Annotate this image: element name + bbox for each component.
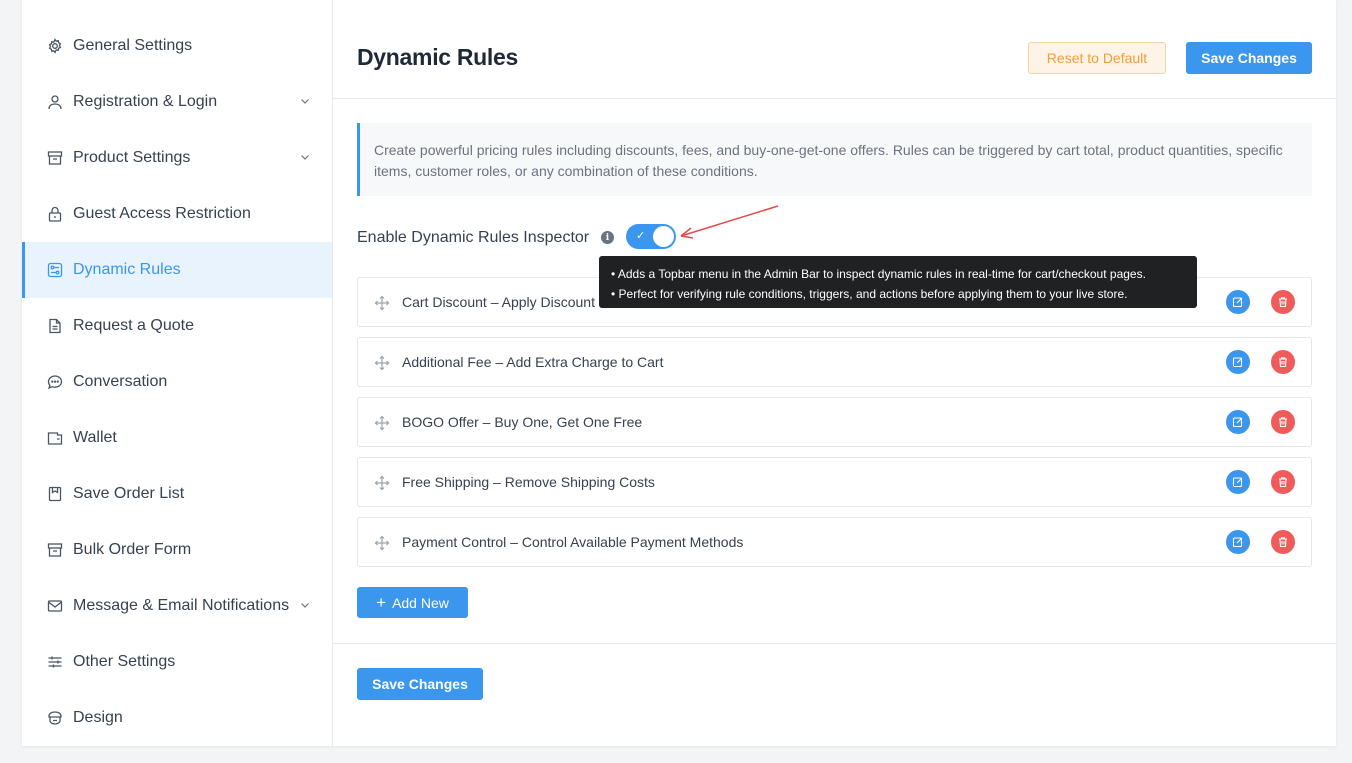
reset-to-default-button[interactable]: Reset to Default	[1028, 42, 1166, 74]
sidebar-item-registration-login[interactable]: Registration & Login	[22, 74, 332, 130]
inspector-toggle[interactable]: ✓	[626, 224, 676, 249]
design-icon	[46, 709, 64, 727]
sidebar-item-message-email-notifications[interactable]: Message & Email Notifications	[22, 578, 332, 634]
drag-handle-icon[interactable]	[374, 295, 390, 311]
tooltip-line: • Adds a Topbar menu in the Admin Bar to…	[611, 267, 1146, 281]
plus-icon: +	[376, 593, 387, 612]
page-header: Dynamic Rules Reset to Default Save Chan…	[333, 0, 1336, 99]
tooltip-line: • Perfect for verifying rule conditions,…	[611, 287, 1128, 301]
save-changes-button-bottom[interactable]: Save Changes	[357, 668, 483, 700]
annotation-arrow-icon	[680, 205, 779, 239]
sidebar-item-label: Request a Quote	[73, 317, 194, 334]
sidebar-item-label: Bulk Order Form	[73, 541, 192, 558]
settings-panel: General Settings Registration & Login Pr…	[22, 0, 1336, 746]
drag-handle-icon[interactable]	[374, 535, 390, 551]
archive-icon	[46, 541, 64, 559]
rule-row[interactable]: Free Shipping – Remove Shipping Costs	[357, 457, 1312, 507]
wallet-icon	[46, 429, 64, 447]
chat-icon	[46, 373, 64, 391]
sidebar-item-dynamic-rules[interactable]: Dynamic Rules	[22, 242, 332, 298]
inspector-label: Enable Dynamic Rules Inspector	[357, 229, 590, 246]
edit-icon[interactable]	[1226, 290, 1250, 314]
toggle-knob	[653, 226, 674, 247]
chevron-down-icon[interactable]	[298, 598, 312, 612]
divider	[333, 643, 1336, 644]
user-icon	[46, 93, 64, 111]
sidebar-item-label: Message & Email Notifications	[73, 597, 290, 614]
sidebar-item-other-settings[interactable]: Other Settings	[22, 634, 332, 690]
drag-handle-icon[interactable]	[374, 415, 390, 431]
mail-icon	[46, 597, 64, 615]
sidebar-item-design[interactable]: Design	[22, 690, 332, 746]
sidebar-item-label: Wallet	[73, 429, 117, 446]
rules-icon	[46, 261, 64, 279]
sidebar-item-label: Product Settings	[73, 149, 191, 166]
page-title: Dynamic Rules	[357, 44, 518, 70]
sidebar: General Settings Registration & Login Pr…	[22, 0, 333, 746]
delete-icon[interactable]	[1271, 470, 1295, 494]
sidebar-item-label: Dynamic Rules	[73, 261, 181, 278]
edit-icon[interactable]	[1226, 470, 1250, 494]
delete-icon[interactable]	[1271, 410, 1295, 434]
rule-label: Free Shipping – Remove Shipping Costs	[402, 474, 655, 490]
rule-row[interactable]: Payment Control – Control Available Paym…	[357, 517, 1312, 567]
sidebar-item-label: General Settings	[73, 37, 193, 54]
sidebar-item-bulk-order-form[interactable]: Bulk Order Form	[22, 522, 332, 578]
main-content: Dynamic Rules Reset to Default Save Chan…	[333, 0, 1336, 746]
drag-handle-icon[interactable]	[374, 355, 390, 371]
drag-handle-icon[interactable]	[374, 475, 390, 491]
rule-label: Cart Discount – Apply Discount	[402, 294, 595, 310]
rule-row[interactable]: Additional Fee – Add Extra Charge to Car…	[357, 337, 1312, 387]
add-new-label: Add New	[392, 594, 449, 611]
rule-label: Payment Control – Control Available Paym…	[402, 534, 744, 550]
sidebar-item-label: Registration & Login	[73, 93, 218, 110]
check-icon: ✓	[636, 230, 646, 242]
gear-icon	[46, 37, 64, 55]
rule-label: BOGO Offer – Buy One, Get One Free	[402, 414, 643, 430]
sidebar-item-wallet[interactable]: Wallet	[22, 410, 332, 466]
sidebar-item-label: Conversation	[73, 373, 168, 390]
delete-icon[interactable]	[1271, 290, 1295, 314]
sidebar-item-guest-access-restriction[interactable]: Guest Access Restriction	[22, 186, 332, 242]
edit-icon[interactable]	[1226, 350, 1250, 374]
sidebar-item-label: Guest Access Restriction	[73, 205, 251, 222]
rule-row[interactable]: BOGO Offer – Buy One, Get One Free	[357, 397, 1312, 447]
chevron-down-icon[interactable]	[298, 94, 312, 108]
info-notice: Create powerful pricing rules including …	[357, 123, 1312, 196]
sidebar-item-label: Other Settings	[73, 653, 176, 670]
rule-label: Additional Fee – Add Extra Charge to Car…	[402, 354, 664, 370]
box-icon	[46, 149, 64, 167]
bookmark-icon	[46, 485, 64, 503]
info-icon[interactable]: i	[601, 231, 614, 244]
save-changes-button-top[interactable]: Save Changes	[1186, 42, 1312, 74]
delete-icon[interactable]	[1271, 530, 1295, 554]
delete-icon[interactable]	[1271, 350, 1295, 374]
sidebar-item-label: Save Order List	[73, 485, 185, 502]
sidebar-item-request-quote[interactable]: Request a Quote	[22, 298, 332, 354]
sliders-icon	[46, 653, 64, 671]
lock-icon	[46, 205, 64, 223]
edit-icon[interactable]	[1226, 410, 1250, 434]
sidebar-item-conversation[interactable]: Conversation	[22, 354, 332, 410]
sidebar-item-save-order-list[interactable]: Save Order List	[22, 466, 332, 522]
add-new-button[interactable]: + Add New	[357, 587, 468, 618]
sidebar-item-product-settings[interactable]: Product Settings	[22, 130, 332, 186]
inspector-tooltip: • Adds a Topbar menu in the Admin Bar to…	[599, 256, 1197, 308]
sidebar-item-label: Design	[73, 709, 123, 726]
document-icon	[46, 317, 64, 335]
edit-icon[interactable]	[1226, 530, 1250, 554]
sidebar-item-general-settings[interactable]: General Settings	[22, 18, 332, 74]
chevron-down-icon[interactable]	[298, 150, 312, 164]
